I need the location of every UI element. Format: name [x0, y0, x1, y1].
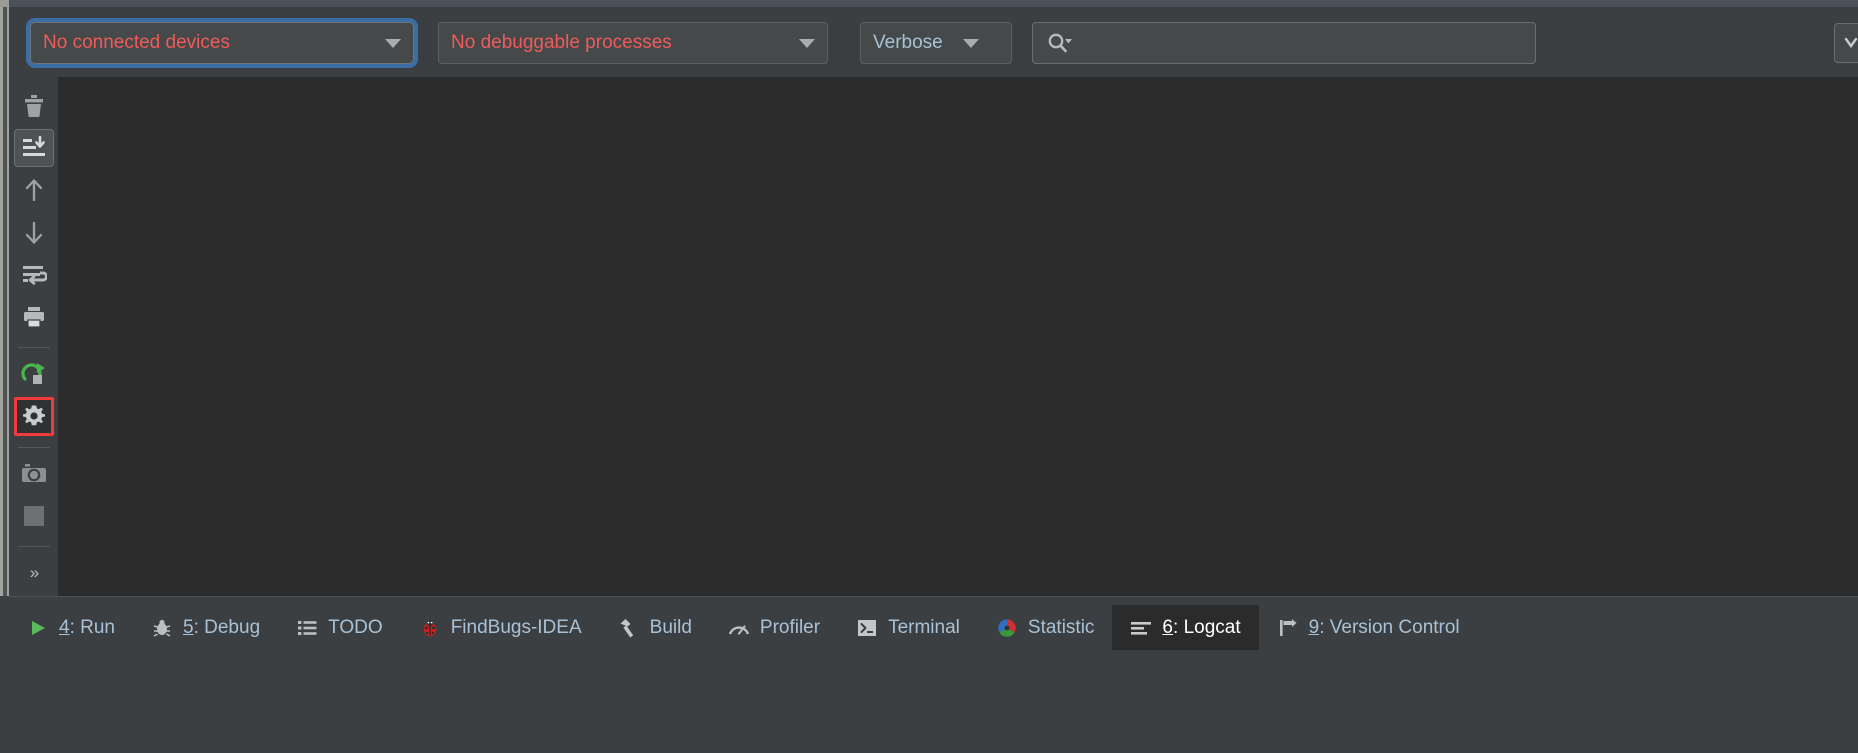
tab-todo[interactable]: TODO [278, 605, 401, 650]
stop-square-icon [23, 505, 44, 526]
logcat-output-panel[interactable] [58, 77, 1858, 596]
tab-statistic-label: Statistic [1027, 616, 1095, 638]
window-top-left-corner [0, 0, 9, 7]
tab-logcat-label: 6: Logcat [1162, 616, 1241, 638]
log-search-box[interactable] [1032, 22, 1536, 64]
tab-terminal-label: Terminal [888, 616, 960, 638]
tab-run-label: 4: Run [59, 616, 115, 638]
soft-wrap-button[interactable] [14, 256, 54, 294]
restart-button[interactable] [14, 355, 54, 393]
tab-version-control-label: 9: Version Control [1308, 616, 1460, 638]
printer-icon [23, 306, 44, 328]
restart-icon [20, 363, 45, 385]
tab-findbugs-idea[interactable]: FindBugs-IDEA [401, 605, 600, 650]
tab-statistic[interactable]: Statistic [978, 605, 1113, 650]
rail-separator [17, 446, 50, 448]
tab-todo-label: TODO [328, 616, 383, 638]
device-selector-combo[interactable]: No connected devices [26, 18, 418, 68]
arrow-up-icon [25, 179, 42, 202]
logcat-action-rail: » [9, 77, 58, 596]
build-hammer-icon [618, 618, 640, 638]
tab-run[interactable]: 4: Run [9, 605, 133, 650]
toolbar-overflow-button[interactable] [1834, 23, 1858, 63]
gear-icon [22, 405, 45, 426]
tab-terminal[interactable]: Terminal [838, 605, 978, 650]
scroll-to-end-button[interactable] [13, 129, 54, 168]
process-selector-combo[interactable]: No debuggable processes [438, 22, 828, 64]
tab-profiler-label: Profiler [759, 616, 821, 638]
log-level-combo[interactable]: Verbose [860, 22, 1012, 64]
tab-version-control[interactable]: 9: Version Control [1259, 605, 1478, 650]
chevron-down-icon [799, 38, 815, 48]
version-control-icon [1277, 618, 1299, 638]
tool-window-bar: 4: Run 5: Debug TODO FindBugs-IDEA Build… [0, 596, 1858, 753]
chevron-down-icon [1844, 37, 1858, 49]
process-selector-value: No debuggable processes [451, 32, 672, 53]
up-the-stack-trace-button[interactable] [14, 171, 54, 209]
print-button[interactable] [14, 298, 54, 336]
logcat-window: No connected devices No debuggable proce… [0, 0, 1858, 753]
window-top-edge [0, 0, 1858, 7]
logcat-lines-icon [1130, 620, 1152, 636]
screen-capture-button[interactable] [14, 455, 54, 493]
log-level-value: Verbose [873, 32, 943, 53]
todo-list-icon [296, 619, 318, 637]
tab-debug[interactable]: 5: Debug [133, 605, 278, 650]
rail-separator [17, 545, 50, 547]
clear-logcat-button[interactable] [14, 87, 54, 125]
logcat-header-format-button[interactable] [13, 397, 54, 436]
screen-record-button[interactable] [14, 497, 54, 535]
findbugs-ladybug-icon [419, 618, 441, 638]
tabbar-divider [9, 596, 1858, 597]
debug-bug-icon [151, 618, 173, 638]
tab-debug-label: 5: Debug [183, 616, 261, 638]
tool-window-tabs: 4: Run 5: Debug TODO FindBugs-IDEA Build… [9, 605, 1478, 650]
profiler-gauge-icon [728, 619, 750, 637]
search-input[interactable] [1073, 33, 1535, 53]
rail-separator [17, 347, 50, 348]
down-the-stack-trace-button[interactable] [14, 214, 54, 252]
tab-profiler[interactable]: Profiler [710, 605, 838, 650]
camera-icon [21, 463, 46, 482]
arrow-down-icon [25, 221, 42, 244]
terminal-prompt-icon [856, 619, 878, 637]
scroll-to-end-icon [22, 135, 45, 157]
logcat-toolbar: No connected devices No debuggable proce… [9, 9, 1858, 77]
trash-icon [24, 95, 43, 118]
chevron-down-icon [385, 38, 401, 48]
tab-findbugs-idea-label: FindBugs-IDEA [450, 616, 582, 638]
chevron-down-icon [962, 38, 979, 48]
more-actions-button[interactable]: » [14, 554, 54, 592]
device-selector-value: No connected devices [43, 32, 230, 53]
tab-logcat[interactable]: 6: Logcat [1112, 605, 1259, 650]
soft-wrap-icon [22, 265, 47, 285]
double-chevron-right-icon: » [29, 562, 40, 582]
statistic-circle-icon [996, 618, 1018, 638]
tab-build[interactable]: Build [600, 605, 710, 650]
search-icon[interactable] [1047, 32, 1073, 54]
run-play-icon [27, 619, 49, 637]
tab-build-label: Build [649, 616, 692, 638]
